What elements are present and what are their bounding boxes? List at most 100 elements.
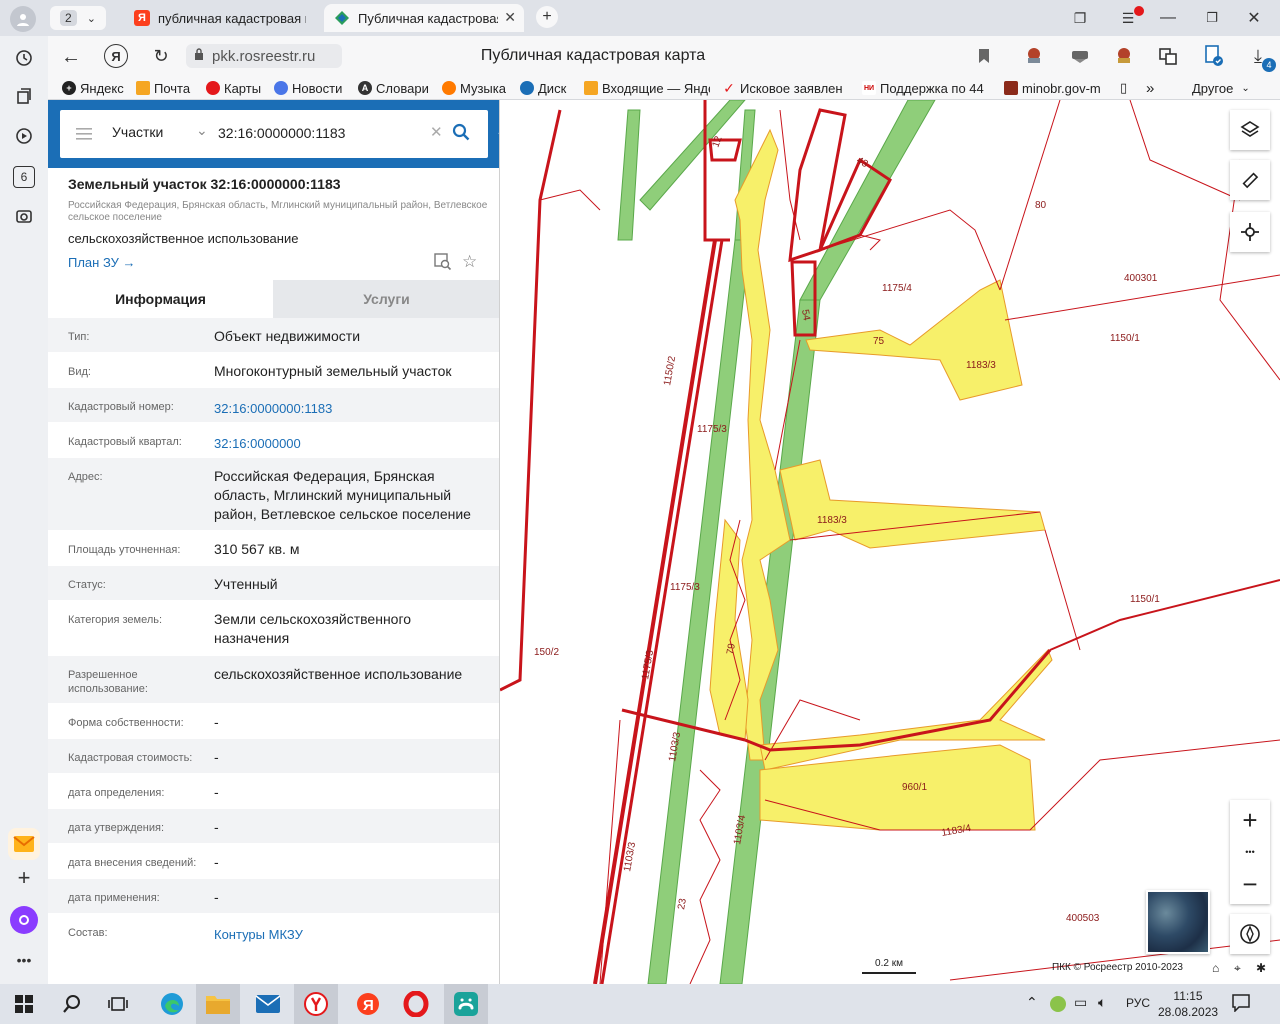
document-ext-icon[interactable] [1202,44,1226,68]
tab-info[interactable]: Информация [48,280,273,318]
extension-icon[interactable] [1068,44,1092,68]
info-link[interactable]: Контуры МКЗУ [214,925,490,944]
crosshair-icon[interactable]: ⌖ [1234,961,1241,976]
bookmark-item[interactable]: Диск [520,76,576,100]
mail-icon[interactable] [246,984,290,1024]
minimize-icon[interactable]: — [1158,8,1178,28]
bookmark-item[interactable]: A Словари [358,76,432,100]
tab-counter-button[interactable]: 2 ⌄ [50,6,106,30]
tray-expand-icon[interactable]: ⌃ [1026,994,1038,1011]
mail-app-icon[interactable] [8,828,40,860]
settings-icon[interactable]: ✱ [1256,961,1266,975]
bookmark-item[interactable]: НИ Поддержка по 44 [862,76,988,100]
extension-icon[interactable] [1022,44,1046,68]
bookmark-item[interactable]: minobr.gov-m [1004,76,1108,100]
downloads-icon[interactable]: ⤓ 4 [1246,44,1276,72]
chevron-down-icon: ⌄ [1241,82,1250,94]
restore-icon[interactable]: ❐ [1202,8,1222,28]
counter-badge[interactable]: 6 [13,166,35,188]
task-view-icon[interactable] [96,984,140,1024]
map-label: 1150/1 [1110,333,1140,344]
bookmarks-other[interactable]: Другое ⌄ [1192,76,1256,100]
keyboard-lang[interactable]: РУС [1126,996,1150,1010]
tray-volume-icon[interactable]: 🔈︎ [1098,994,1106,1011]
opera-icon[interactable] [394,984,438,1024]
add-app-icon[interactable]: + [12,865,36,890]
translate-icon[interactable] [1156,44,1180,68]
search-input[interactable]: 32:16:0000000:1183 [218,125,418,141]
alice-icon[interactable] [10,906,38,934]
extension-icon[interactable] [1112,44,1136,68]
history-icon[interactable] [12,46,36,70]
cadastral-map[interactable]: 12 43 80 400301 1175/4 54 75 1183/3 1150… [500,100,1280,984]
tab-yandex[interactable]: Я публичная кадастровая карта [124,4,320,32]
bookmarks-more[interactable]: » [1146,76,1160,100]
video-icon[interactable] [12,124,36,148]
locate-button[interactable] [1230,212,1270,252]
reload-icon[interactable]: ↻ [150,45,172,67]
more-icon[interactable]: ••• [12,948,36,972]
bookmark-item[interactable]: Почта [136,76,196,100]
yandex-home-icon[interactable]: Я [104,44,128,68]
favorite-star-icon[interactable]: ☆ [462,252,477,272]
edge-icon[interactable] [150,984,194,1024]
file-icon[interactable]: ▯ [1120,76,1134,100]
clear-icon[interactable]: ✕ [430,123,443,141]
tab-services[interactable]: Услуги [273,280,499,318]
tray-app-icon[interactable] [1050,996,1066,1012]
zoom-out-button[interactable]: − [1230,866,1270,902]
scale-label: 0.2 км [875,958,903,969]
ruler-button[interactable] [1230,160,1270,200]
bookmark-item[interactable]: Музыка [442,76,512,100]
info-link[interactable]: 32:16:0000000 [214,434,490,453]
search-icon[interactable] [50,984,94,1024]
tray-network-icon[interactable]: ▭ [1074,994,1087,1011]
close-window-icon[interactable]: ✕ [1244,8,1264,28]
search-icon[interactable] [452,123,470,146]
zoom-in-button[interactable]: + [1230,802,1270,838]
windows-start-icon[interactable] [2,984,46,1024]
menu-icon[interactable] [76,127,92,141]
map-label: 1183/3 [817,515,847,526]
info-label: Адрес: [68,471,103,483]
zoom-more-button[interactable]: ••• [1230,842,1270,862]
clock[interactable]: 11:15 28.08.2023 [1158,988,1218,1020]
layers-button[interactable] [1230,110,1270,150]
close-tab-icon[interactable]: ✕ [504,9,516,26]
home-icon[interactable]: ⌂ [1212,961,1219,975]
tab-rosreestr[interactable]: Публичная кадастровая карта ✕ [324,4,524,32]
search-type-select[interactable]: Участки ⌄ [112,122,210,144]
yandex-app-icon[interactable]: Я [346,984,390,1024]
address-bar[interactable]: pkk.rosreestr.ru [186,44,342,68]
app-icon[interactable] [444,984,488,1024]
info-row: Разрешенное использование: сельскохозяйст… [48,656,499,704]
bookmark-item[interactable]: Карты [206,76,266,100]
back-icon[interactable]: ← [60,46,82,68]
yandex-browser-icon[interactable] [294,984,338,1024]
plan-link[interactable]: План ЗУ → [68,255,136,270]
bookmark-item[interactable]: Новости [274,76,348,100]
basemap-thumbnail[interactable] [1146,890,1210,954]
map-canvas[interactable]: 12 43 80 400301 1175/4 54 75 1183/3 1150… [500,100,1280,984]
notification-center-icon[interactable] [1232,994,1250,1017]
info-value: сельскохозяйственное использование [214,666,463,682]
bookmark-item[interactable]: + Яндекс [62,76,126,100]
zoom-to-parcel-icon[interactable] [434,253,452,276]
collections-icon[interactable]: ❐ [1070,8,1090,28]
new-tab-button[interactable]: + [536,6,558,28]
map-label: 23 [676,897,689,910]
bookmark-label: Почта [154,80,191,96]
explorer-icon[interactable] [196,984,240,1024]
map-label: 1175/3 [697,424,727,435]
bookmark-item[interactable]: Входящие — Янде [584,76,710,100]
screenshot-icon[interactable] [12,204,36,228]
profile-avatar-icon[interactable] [10,6,36,32]
bookmark-icon[interactable] [974,46,994,66]
info-link[interactable]: 32:16:0000000:1183 [214,399,490,418]
bookmark-item[interactable]: ✓ Исковое заявлен [722,76,850,100]
compass-button[interactable] [1230,914,1270,954]
search-box: Участки ⌄ 32:16:0000000:1183 ✕ [60,110,488,158]
collections-side-icon[interactable] [12,84,36,108]
notifications-icon[interactable]: ☰ [1118,6,1144,28]
bookmark-label: Исковое заявлен [740,80,843,96]
